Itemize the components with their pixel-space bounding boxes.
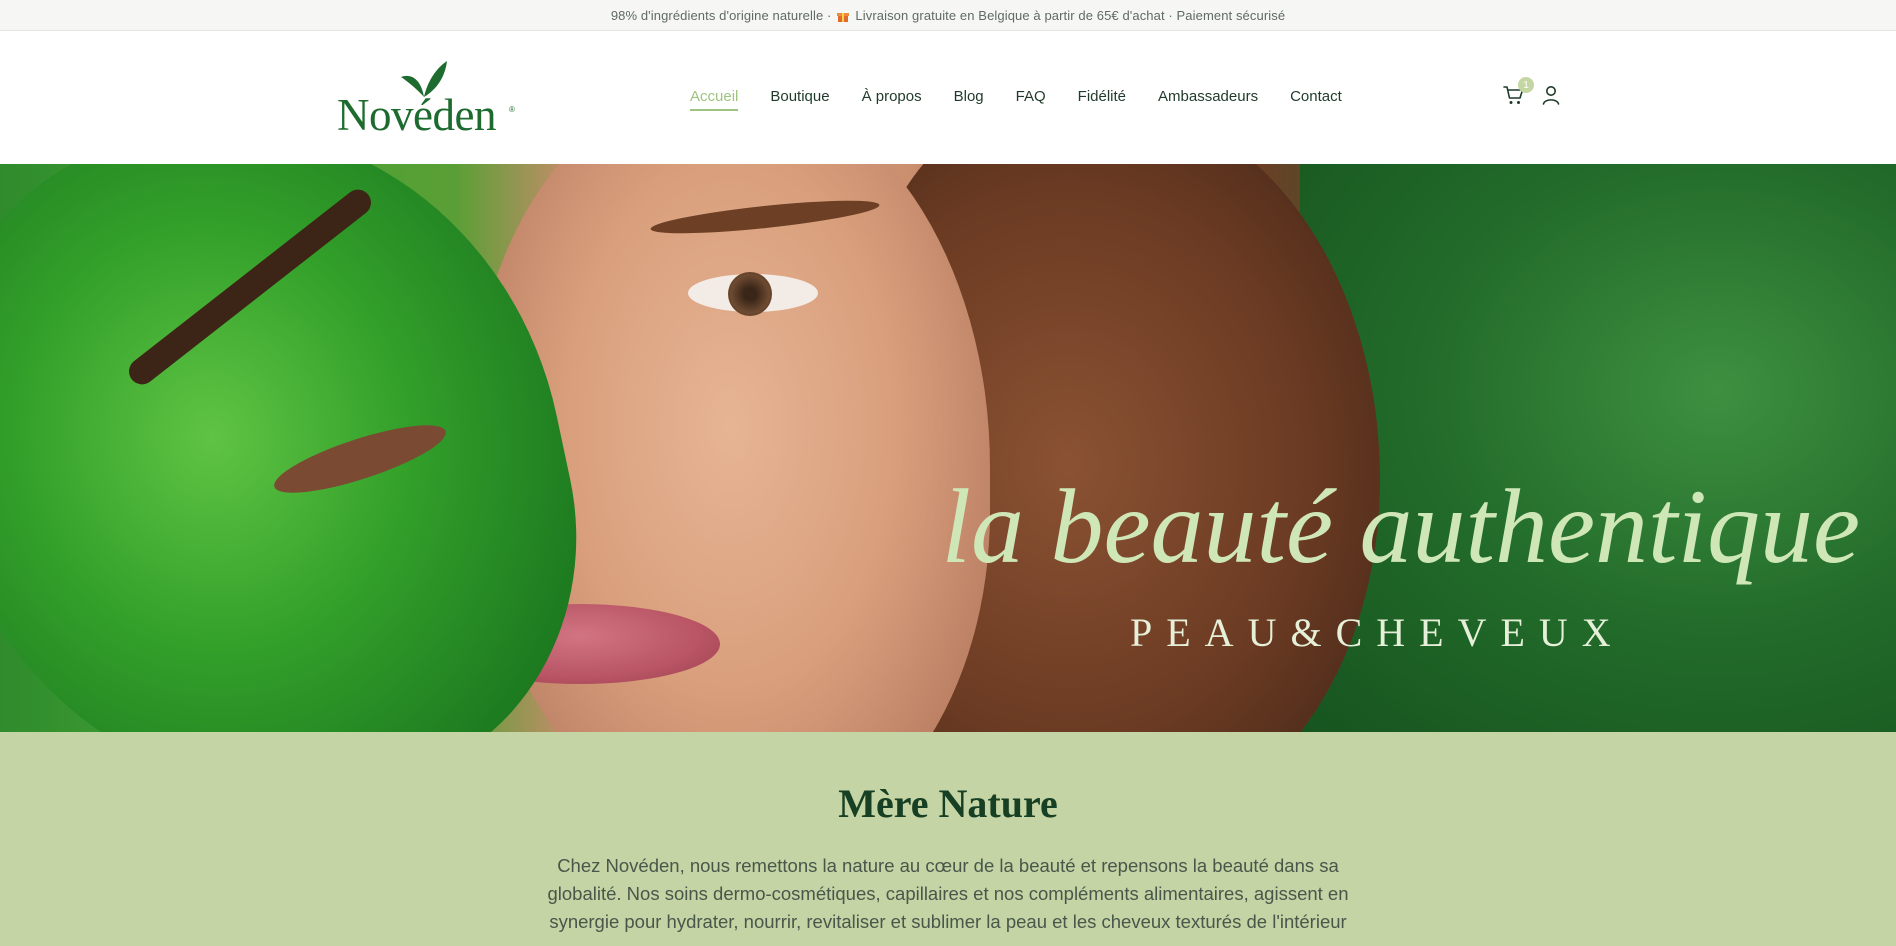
section-text: Chez Novéden, nous remettons la nature a…: [547, 855, 1349, 932]
account-button[interactable]: [1540, 84, 1562, 106]
main-nav: Accueil Boutique À propos Blog FAQ Fidél…: [690, 88, 1374, 111]
nav-item-a-propos[interactable]: À propos: [862, 88, 922, 111]
nav-item-contact[interactable]: Contact: [1290, 88, 1342, 111]
intro-section: Mère Nature Chez Novéden, nous remettons…: [0, 732, 1896, 946]
nav-item-ambassadeurs[interactable]: Ambassadeurs: [1158, 88, 1258, 111]
header-icons: 1: [1502, 77, 1562, 107]
hero-banner: la beauté authentique PEAU&CHEVEUX: [0, 164, 1896, 732]
cart-button[interactable]: 1: [1502, 77, 1534, 107]
hero-title: la beauté authentique: [941, 468, 1860, 585]
nav-item-blog[interactable]: Blog: [954, 88, 984, 111]
nav-item-fidelite[interactable]: Fidélité: [1078, 88, 1126, 111]
hero-iris: [728, 272, 772, 316]
gift-icon: [837, 10, 850, 22]
announcement-text-2: Livraison gratuite en Belgique à partir …: [855, 7, 1286, 23]
announcement-text-1: 98% d'ingrédients d'origine naturelle ·: [610, 7, 832, 23]
nav-item-faq[interactable]: FAQ: [1016, 88, 1046, 111]
brand-logo[interactable]: Novéden ®: [337, 59, 517, 143]
cart-count-badge: 1: [1518, 77, 1534, 93]
user-icon: [1542, 86, 1560, 105]
brand-name: Novéden: [337, 90, 496, 140]
hero-subtitle: PEAU&CHEVEUX: [1130, 610, 1625, 655]
section-heading: Mère Nature: [838, 781, 1058, 826]
site-header: Novéden ® Accueil Boutique À propos Blog…: [0, 31, 1896, 164]
announcement-bar: 98% d'ingrédients d'origine naturelle · …: [0, 0, 1896, 31]
nav-item-boutique[interactable]: Boutique: [770, 88, 829, 111]
registered-mark: ®: [509, 105, 515, 114]
nav-item-accueil[interactable]: Accueil: [690, 88, 739, 111]
